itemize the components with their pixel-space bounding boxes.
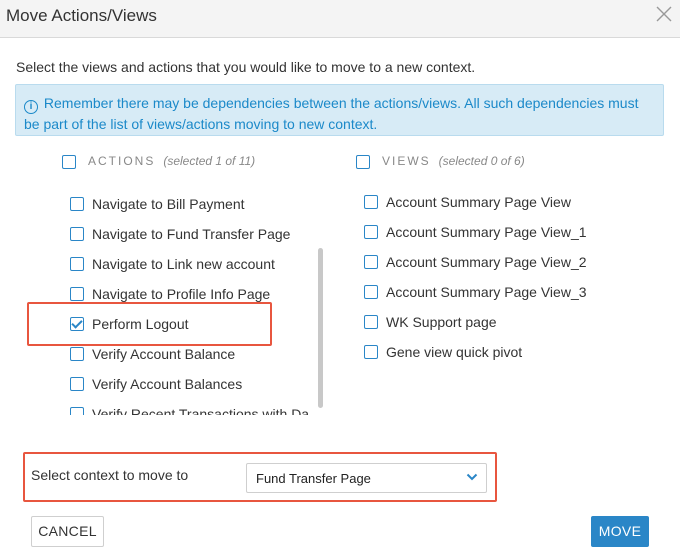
cancel-button[interactable]: CANCEL (31, 516, 104, 547)
view-label: Account Summary Page View_3 (386, 284, 587, 300)
view-label: WK Support page (386, 314, 497, 330)
action-label: Navigate to Link new account (92, 256, 275, 272)
view-checkbox[interactable] (364, 345, 378, 359)
view-item[interactable]: Gene view quick pivot (364, 337, 674, 367)
view-label: Account Summary Page View_1 (386, 224, 587, 240)
action-item[interactable]: Verify Account Balances (70, 369, 310, 399)
action-checkbox[interactable] (70, 197, 84, 211)
info-text: Remember there may be dependencies betwe… (24, 95, 639, 132)
action-item[interactable]: Navigate to Link new account (70, 249, 310, 279)
actions-header: ACTIONS (selected 1 of 11) (62, 154, 255, 169)
action-checkbox[interactable] (70, 407, 84, 415)
perform-logout-highlight (27, 302, 272, 346)
action-label: Verify Recent Transactions with Da (92, 406, 310, 415)
actions-heading: ACTIONS (88, 154, 156, 168)
view-checkbox[interactable] (364, 195, 378, 209)
view-checkbox[interactable] (364, 285, 378, 299)
view-label: Account Summary Page View_2 (386, 254, 587, 270)
views-heading: VIEWS (382, 154, 431, 168)
action-checkbox[interactable] (70, 347, 84, 361)
select-all-views-checkbox[interactable] (356, 154, 370, 169)
view-item[interactable]: WK Support page (364, 307, 674, 337)
action-label: Navigate to Profile Info Page (92, 286, 271, 302)
instruction-text: Select the views and actions that you wo… (16, 59, 476, 75)
dialog-header: Move Actions/Views (0, 0, 680, 38)
select-all-actions-checkbox[interactable] (62, 154, 76, 169)
action-checkbox[interactable] (70, 227, 84, 241)
context-selected-value: Fund Transfer Page (256, 471, 371, 486)
action-label: Verify Account Balances (92, 376, 243, 392)
views-list: Account Summary Page View Account Summar… (364, 187, 674, 372)
view-item[interactable]: Account Summary Page View_3 (364, 277, 674, 307)
close-icon[interactable] (652, 2, 676, 26)
view-item[interactable]: Account Summary Page View_2 (364, 247, 674, 277)
info-icon: i (24, 100, 38, 114)
info-banner: i Remember there may be dependencies bet… (15, 84, 664, 136)
views-selected-count: (selected 0 of 6) (438, 154, 525, 168)
action-label: Navigate to Bill Payment (92, 196, 245, 212)
view-checkbox[interactable] (364, 225, 378, 239)
actions-selected-count: (selected 1 of 11) (163, 154, 256, 168)
action-checkbox[interactable] (70, 377, 84, 391)
action-label: Verify Account Balance (92, 346, 236, 362)
view-item[interactable]: Account Summary Page View (364, 187, 674, 217)
actions-scrollbar[interactable] (318, 248, 323, 408)
action-item[interactable]: Navigate to Fund Transfer Page (70, 219, 310, 249)
action-item[interactable]: Verify Recent Transactions with Da (70, 399, 310, 415)
chevron-down-icon (466, 473, 478, 481)
view-label: Account Summary Page View (386, 194, 571, 210)
view-checkbox[interactable] (364, 315, 378, 329)
action-item[interactable]: Navigate to Bill Payment (70, 189, 310, 219)
context-select[interactable]: Fund Transfer Page (246, 463, 487, 493)
view-label: Gene view quick pivot (386, 344, 523, 360)
action-label: Navigate to Fund Transfer Page (92, 226, 291, 242)
view-checkbox[interactable] (364, 255, 378, 269)
action-checkbox[interactable] (70, 257, 84, 271)
dialog-title: Move Actions/Views (6, 6, 157, 25)
move-button[interactable]: MOVE (591, 516, 649, 547)
views-header: VIEWS (selected 0 of 6) (356, 154, 525, 169)
action-checkbox[interactable] (70, 287, 84, 301)
view-item[interactable]: Account Summary Page View_1 (364, 217, 674, 247)
context-label: Select context to move to (31, 467, 189, 483)
